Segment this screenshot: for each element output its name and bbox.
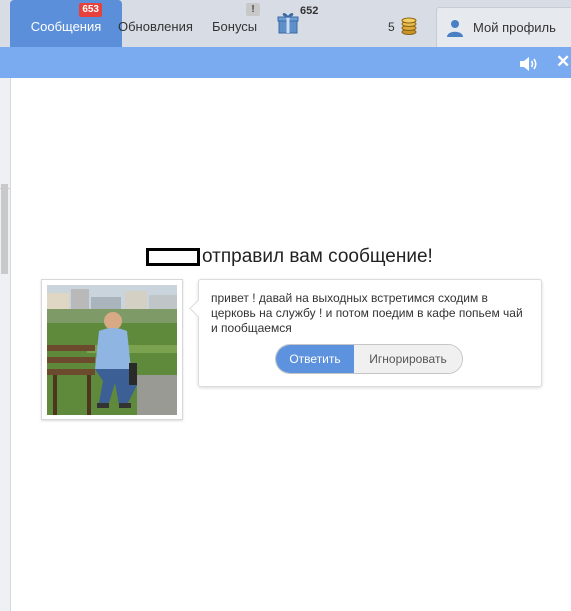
tab-messages[interactable]: Сообщения 653 [10, 0, 122, 54]
tab-updates-label: Обновления [118, 19, 193, 34]
coins-count: 5 [388, 20, 395, 34]
sender-photo-card[interactable] [41, 279, 183, 420]
user-icon [447, 20, 463, 37]
notification-heading: отправил вам сообщение! [146, 246, 433, 268]
scrollbar-thumb[interactable] [1, 184, 8, 274]
redacted-sender-name [146, 247, 200, 266]
messages-count-badge: 653 [79, 3, 102, 17]
message-text: привет ! давай на выходных встретимся сх… [211, 291, 523, 335]
left-scrollbar[interactable] [0, 78, 11, 611]
speaker-icon[interactable] [519, 56, 539, 72]
my-profile-label: Мой профиль [473, 20, 556, 35]
notification-toolbar [0, 47, 571, 78]
sender-photo [47, 285, 177, 415]
action-buttons: Ответить Игнорировать [275, 344, 463, 374]
tab-bonuses-label: Бонусы [212, 19, 258, 34]
message-tail [189, 299, 208, 318]
tab-updates[interactable]: Обновления [118, 0, 193, 46]
tab-messages-label: Сообщения [30, 19, 102, 34]
message-card: привет ! давай на выходных встретимся сх… [189, 279, 542, 387]
reply-button[interactable]: Ответить [276, 345, 354, 373]
ignore-button[interactable]: Игнорировать [354, 345, 462, 373]
bonuses-alert-badge: ! [246, 3, 260, 16]
my-profile-button[interactable]: Мой профиль [436, 7, 571, 49]
close-icon[interactable]: ✕ [556, 52, 570, 72]
gift-icon[interactable] [276, 11, 300, 35]
coins-icon[interactable] [400, 17, 418, 35]
notification-heading-text: отправил вам сообщение! [202, 246, 433, 267]
gift-count: 652 [300, 5, 319, 17]
